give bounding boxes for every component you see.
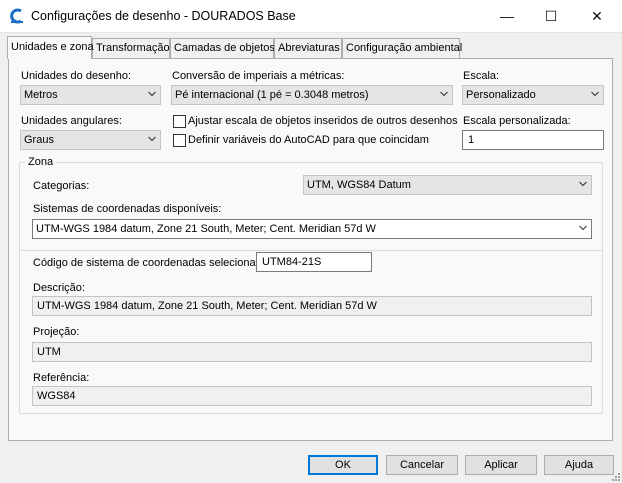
tab-configuracao-ambiental[interactable]: Configuração ambiental bbox=[342, 38, 463, 58]
tab-abreviaturas[interactable]: Abreviaturas bbox=[274, 38, 342, 58]
title-bar[interactable]: Configurações de desenho - DOURADOS Base… bbox=[0, 0, 622, 33]
description-field: UTM-WGS 1984 datum, Zone 21 South, Meter… bbox=[32, 296, 592, 316]
angular-units-value: Graus bbox=[24, 134, 54, 146]
imperial-conversion-label: Conversão de imperiais a métricas: bbox=[172, 70, 345, 82]
chevron-down-icon bbox=[148, 136, 156, 142]
drawing-units-select[interactable]: Metros bbox=[20, 85, 161, 105]
apply-button[interactable]: Aplicar bbox=[465, 455, 537, 475]
chevron-down-icon bbox=[440, 91, 448, 97]
tab-label: Camadas de objetos bbox=[174, 42, 275, 54]
scale-label: Escala: bbox=[463, 70, 500, 82]
tab-transformacao[interactable]: Transformação bbox=[92, 38, 170, 58]
drawing-units-label: Unidades do desenho: bbox=[21, 70, 132, 82]
set-autocad-vars-checkbox[interactable] bbox=[173, 134, 186, 147]
help-button[interactable]: Ajuda bbox=[544, 455, 614, 475]
ok-button[interactable]: OK bbox=[308, 455, 378, 475]
projection-label: Projeção: bbox=[33, 326, 80, 338]
description-label: Descrição: bbox=[33, 282, 85, 294]
zone-divider bbox=[20, 250, 602, 251]
imperial-conversion-select[interactable]: Pé internacional (1 pé = 0.3048 metros) bbox=[171, 85, 453, 105]
zone-group bbox=[19, 162, 603, 414]
available-systems-label: Sistemas de coordenadas disponíveis: bbox=[33, 203, 222, 215]
categories-select[interactable]: UTM, WGS84 Datum bbox=[303, 175, 592, 195]
cancel-button[interactable]: Cancelar bbox=[386, 455, 458, 475]
resize-grip-icon[interactable] bbox=[610, 471, 620, 481]
set-autocad-vars-label[interactable]: Definir variáveis do AutoCAD para que co… bbox=[188, 134, 429, 146]
categories-value: UTM, WGS84 Datum bbox=[307, 179, 411, 191]
imperial-conversion-value: Pé internacional (1 pé = 0.3048 metros) bbox=[175, 89, 369, 101]
chevron-down-icon bbox=[579, 225, 587, 231]
available-systems-select[interactable]: UTM-WGS 1984 datum, Zone 21 South, Meter… bbox=[32, 219, 592, 239]
selected-code-input[interactable]: UTM84-21S bbox=[256, 252, 372, 272]
chevron-down-icon bbox=[591, 91, 599, 97]
categories-label: Categorias: bbox=[33, 180, 90, 192]
zone-legend: Zona bbox=[25, 156, 57, 168]
custom-scale-label: Escala personalizada: bbox=[463, 115, 571, 127]
reference-field: WGS84 bbox=[32, 386, 592, 406]
angular-units-label: Unidades angulares: bbox=[21, 115, 122, 127]
tab-camadas-de-objetos[interactable]: Camadas de objetos bbox=[170, 38, 275, 58]
tab-label: Unidades e zona bbox=[11, 41, 94, 53]
minimize-icon[interactable]: — bbox=[484, 0, 530, 32]
window-title: Configurações de desenho - DOURADOS Base bbox=[31, 9, 296, 23]
tab-label: Configuração ambiental bbox=[346, 42, 463, 54]
chevron-down-icon bbox=[148, 91, 156, 97]
custom-scale-input[interactable]: 1 bbox=[462, 130, 604, 150]
chevron-down-icon bbox=[579, 181, 587, 187]
reference-label: Referência: bbox=[33, 372, 90, 384]
tab-label: Abreviaturas bbox=[278, 42, 340, 54]
scale-select[interactable]: Personalizado bbox=[462, 85, 604, 105]
tab-unidades-e-zona[interactable]: Unidades e zona bbox=[7, 36, 94, 59]
close-icon[interactable]: ✕ bbox=[574, 0, 620, 32]
tab-label: Transformação bbox=[96, 42, 170, 54]
drawing-units-value: Metros bbox=[24, 89, 58, 101]
scale-objects-label[interactable]: Ajustar escala de objetos inseridos de o… bbox=[188, 115, 458, 127]
scale-objects-checkbox[interactable] bbox=[173, 115, 186, 128]
civil3d-app-icon bbox=[10, 8, 23, 24]
maximize-icon[interactable]: ☐ bbox=[528, 0, 574, 32]
selected-code-label: Código de sistema de coordenadas selecio… bbox=[33, 257, 271, 269]
scale-value: Personalizado bbox=[466, 89, 536, 101]
angular-units-select[interactable]: Graus bbox=[20, 130, 161, 150]
available-systems-value: UTM-WGS 1984 datum, Zone 21 South, Meter… bbox=[36, 223, 376, 235]
projection-field: UTM bbox=[32, 342, 592, 362]
